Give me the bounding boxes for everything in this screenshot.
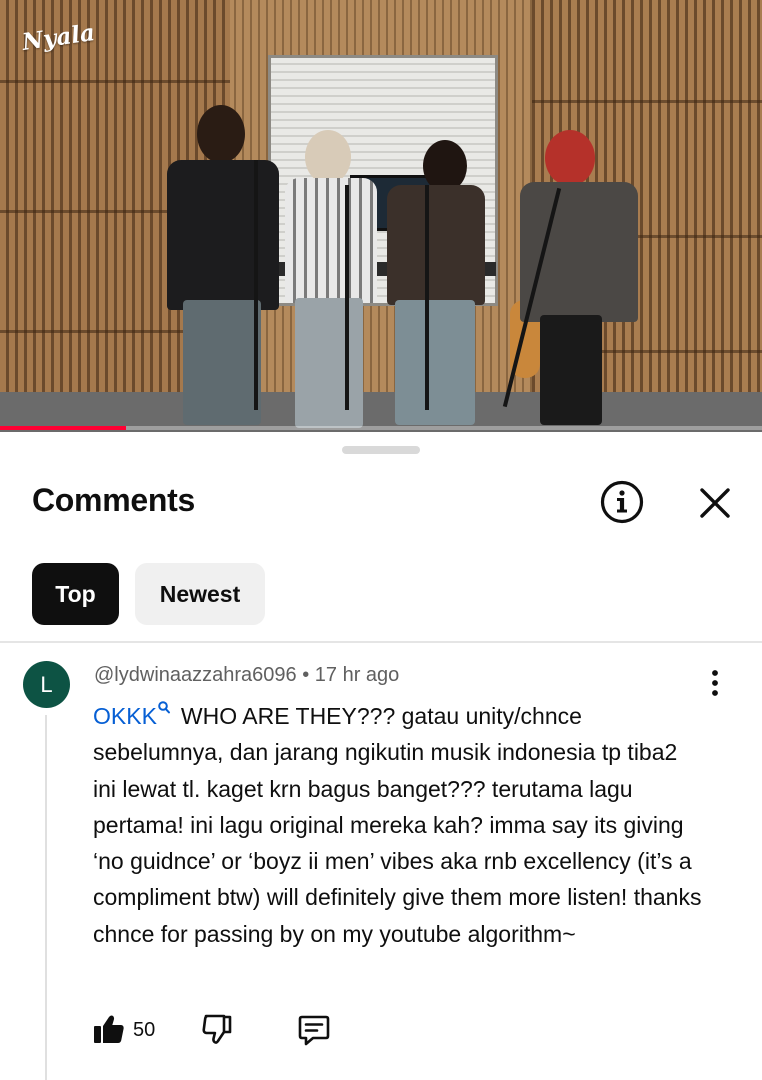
- referenced-song-link[interactable]: OKKK: [93, 701, 181, 729]
- referenced-song-text: OKKK: [93, 703, 157, 729]
- comment-time: 17 hr ago: [314, 664, 400, 686]
- comments-title: Comments: [32, 482, 195, 518]
- panel-seam: [0, 80, 230, 83]
- reply-button[interactable]: [296, 1012, 332, 1048]
- mic-stand: [345, 185, 349, 410]
- drag-handle[interactable]: [342, 446, 420, 454]
- more-vertical-icon: [712, 670, 718, 696]
- dislike-button[interactable]: [200, 1012, 234, 1046]
- comment-username[interactable]: @lydwinaazzahra6096: [94, 664, 297, 686]
- info-button[interactable]: [596, 476, 648, 528]
- video-progress-bar[interactable]: [0, 426, 762, 430]
- sort-top-chip[interactable]: Top: [32, 563, 119, 625]
- more-options-button[interactable]: [700, 668, 730, 698]
- like-count: 50: [133, 1019, 156, 1041]
- meta-separator: •: [296, 664, 315, 686]
- close-icon: [700, 488, 730, 518]
- thumbs-down-icon: [202, 1014, 232, 1044]
- comment-body: WHO ARE THEY??? gatau unity/chnce sebelu…: [93, 703, 702, 947]
- video-player[interactable]: Nyala: [0, 0, 762, 432]
- divider: [0, 641, 762, 643]
- like-button[interactable]: [92, 1012, 126, 1046]
- comment-meta: @lydwinaazzahra6096 • 17 hr ago: [94, 664, 399, 687]
- singer-4: [515, 130, 640, 425]
- reply-comment-icon: [298, 1015, 330, 1046]
- mic-stand: [425, 185, 429, 410]
- panel-seam: [532, 100, 762, 103]
- singer-3: [385, 140, 485, 425]
- thread-line: [45, 715, 47, 1080]
- comment-text: OKKK WHO ARE THEY??? gatau unity/chnce s…: [93, 698, 703, 952]
- search-icon: [158, 701, 170, 714]
- close-button[interactable]: [692, 480, 738, 526]
- info-circle-icon: [600, 480, 644, 524]
- singer-2: [283, 130, 378, 428]
- mic-stand: [254, 160, 258, 410]
- sort-newest-chip[interactable]: Newest: [135, 563, 265, 625]
- avatar-letter: L: [40, 671, 53, 697]
- avatar[interactable]: L: [23, 661, 70, 708]
- comments-sheet: Comments Top Newest L @lydwinaazzahra609…: [0, 432, 762, 1080]
- thumbs-up-icon: [94, 1015, 124, 1043]
- video-progress-fill: [0, 426, 126, 430]
- singer-1: [165, 105, 285, 425]
